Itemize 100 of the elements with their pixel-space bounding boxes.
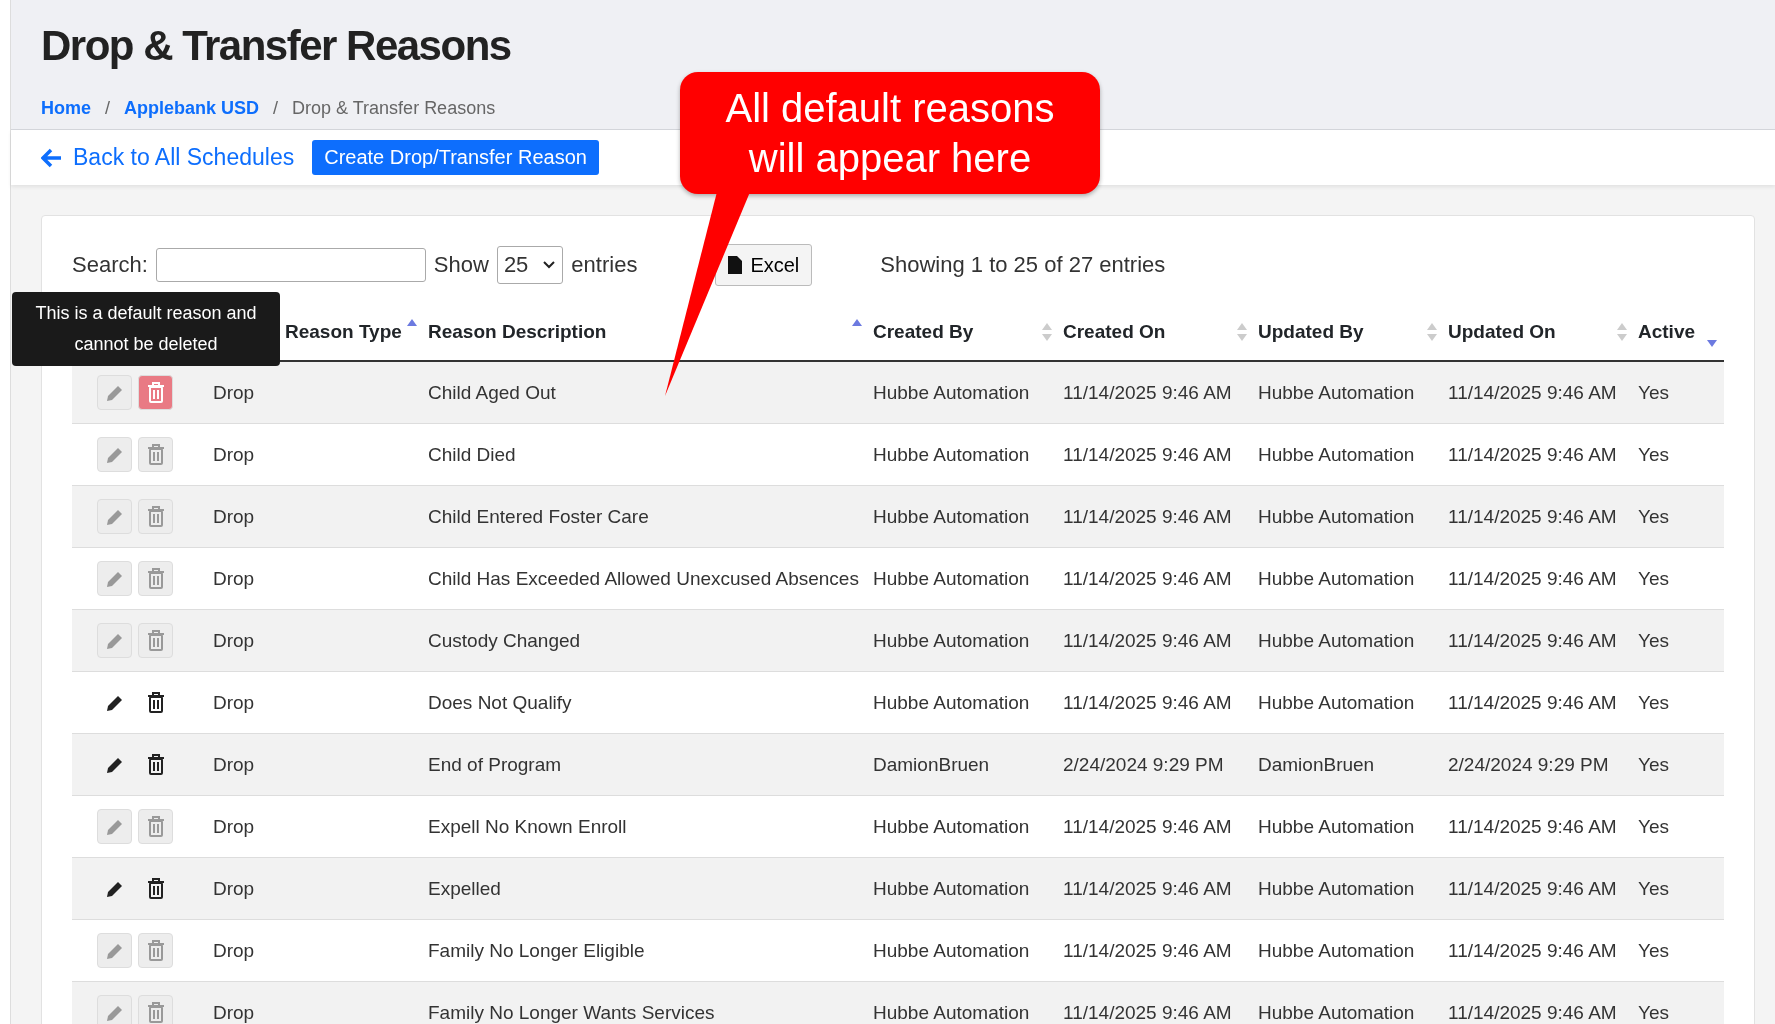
table-cell-text: Drop [212, 629, 256, 652]
table-cell-text: Hubbe Automation [1257, 505, 1416, 528]
table-cell-text: Yes [1637, 629, 1670, 652]
table-cell-text: Yes [1637, 567, 1670, 590]
table-cell-text: Drop [212, 443, 256, 466]
table-cell-text: Drop [212, 381, 256, 404]
table-cell-text: Does Not Qualify [427, 691, 573, 714]
table-cell-text: Hubbe Automation [872, 505, 1031, 528]
table-cell-text: Hubbe Automation [1257, 815, 1416, 838]
table-cell-text: Hubbe Automation [872, 691, 1031, 714]
trash-icon [146, 629, 165, 652]
table-cell-text: Hubbe Automation [1257, 381, 1416, 404]
table-cell-text: Hubbe Automation [872, 815, 1031, 838]
table-cell-text: Family No Longer Wants Services [427, 1001, 716, 1024]
breadcrumb-separator: / [273, 98, 279, 119]
table-cell-text: 11/14/2025 9:46 AM [1447, 629, 1618, 652]
table-cell-text: End of Program [427, 753, 563, 776]
table-cell-text: Child Died [427, 443, 517, 466]
table-cell-text: Hubbe Automation [872, 381, 1031, 404]
table-cell-text: 11/14/2025 9:46 AM [1062, 691, 1233, 714]
table-cell-text: Yes [1637, 691, 1670, 714]
table-cell-text: Drop [212, 939, 256, 962]
table-cell-text: 11/14/2025 9:46 AM [1447, 443, 1618, 466]
trash-icon [146, 691, 165, 714]
breadcrumb-current: Drop & Transfer Reasons [292, 98, 496, 119]
trash-icon [146, 753, 165, 776]
table-cell-text: 11/14/2025 9:46 AM [1062, 939, 1233, 962]
column-header[interactable]: Reason Description [422, 304, 867, 360]
table-cell-text: 11/14/2025 9:46 AM [1062, 629, 1233, 652]
table-cell-text: Child Entered Foster Care [427, 505, 650, 528]
create-reason-button[interactable]: Create Drop/Transfer Reason [312, 140, 599, 175]
table-cell-text: 11/14/2025 9:46 AM [1447, 505, 1618, 528]
excel-export-button[interactable]: Excel [715, 244, 813, 286]
table-cell-text: 11/14/2025 9:46 AM [1062, 877, 1233, 900]
trash-icon [146, 443, 165, 466]
table-cell-text: 11/14/2025 9:46 AM [1062, 381, 1233, 404]
table-cell-text: 11/14/2025 9:46 AM [1447, 691, 1618, 714]
search-field[interactable] [155, 248, 426, 282]
table-cell-text: Drop [212, 877, 256, 900]
trash-icon [146, 939, 165, 962]
page-title: Drop & Transfer Reasons [41, 22, 512, 70]
table-cell-text: Yes [1637, 939, 1670, 962]
table-cell-text: Yes [1637, 443, 1670, 466]
trash-icon [146, 877, 165, 900]
tooltip: This is a default reason and cannot be deleted [12, 292, 280, 366]
trash-icon [146, 1001, 165, 1024]
table-cell-text: Yes [1637, 505, 1670, 528]
page-size-select[interactable]: 25 [496, 246, 564, 284]
trash-icon [146, 815, 165, 838]
show-label: Show [433, 252, 489, 278]
table-cell-text: 11/14/2025 9:46 AM [1062, 443, 1233, 466]
trash-icon [146, 567, 165, 590]
breadcrumb-link[interactable]: Applebank USD [124, 98, 260, 119]
trash-icon [146, 381, 165, 404]
table-cell-text: 11/14/2025 9:46 AM [1062, 815, 1233, 838]
column-header[interactable]: Active [1632, 304, 1722, 360]
table-cell-text: Hubbe Automation [872, 939, 1031, 962]
table-cell-text: Yes [1637, 381, 1670, 404]
table-cell-text: Yes [1637, 815, 1670, 838]
table-cell-text: Child Has Exceeded Allowed Unexcused Absences [427, 567, 860, 590]
table-cell-text: Family No Longer Eligible [427, 939, 646, 962]
back-arrow-icon [41, 147, 63, 168]
table-cell-text: 11/14/2025 9:46 AM [1062, 505, 1233, 528]
table-cell-text: Child Aged Out [427, 381, 557, 404]
table-cell-text: Drop [212, 815, 256, 838]
breadcrumb-link[interactable]: Home [41, 98, 91, 119]
back-link[interactable]: Back to All Schedules [41, 144, 295, 171]
table-cell-text: Hubbe Automation [1257, 629, 1416, 652]
table-cell-text: Hubbe Automation [872, 629, 1031, 652]
entries-label: entries [571, 252, 638, 278]
table-cell-text: 11/14/2025 9:46 AM [1062, 1001, 1233, 1024]
table-cell-text: Custody Changed [427, 629, 582, 652]
table-cell-text: Hubbe Automation [1257, 877, 1416, 900]
table-cell-text: Hubbe Automation [1257, 443, 1416, 466]
table-cell-text: DamionBruen [1257, 753, 1376, 776]
table-cell-text: Yes [1637, 753, 1670, 776]
table-cell-text: 2/24/2024 9:29 PM [1062, 753, 1225, 776]
table-cell-text: 2/24/2024 9:29 PM [1447, 753, 1610, 776]
document-icon [728, 256, 743, 274]
table-cell-text: Yes [1637, 877, 1670, 900]
column-header[interactable]: Created By [867, 304, 1057, 360]
table-cell-text: 11/14/2025 9:46 AM [1447, 939, 1618, 962]
entries-info: Showing 1 to 25 of 27 entries [880, 252, 1166, 278]
table-cell-text: Hubbe Automation [872, 877, 1031, 900]
breadcrumb-separator: / [105, 98, 111, 119]
column-header[interactable]: Updated By [1252, 304, 1442, 360]
table-cell-text: Hubbe Automation [872, 567, 1031, 590]
table-cell-text: Hubbe Automation [872, 443, 1031, 466]
column-header[interactable]: Updated On [1442, 304, 1632, 360]
trash-icon [146, 505, 165, 528]
table-cell-text: Drop [212, 691, 256, 714]
table-cell-text: Hubbe Automation [1257, 939, 1416, 962]
column-header[interactable]: Created On [1057, 304, 1252, 360]
table-cell-text: Drop [212, 505, 256, 528]
table-cell-text: 11/14/2025 9:46 AM [1447, 381, 1618, 404]
table-cell-text: 11/14/2025 9:46 AM [1447, 567, 1618, 590]
search-label: Search: [72, 252, 148, 278]
table-cell-text: DamionBruen [872, 753, 991, 776]
table-cell-text: Hubbe Automation [872, 1001, 1031, 1024]
table-cell-text: Expell No Known Enroll [427, 815, 628, 838]
